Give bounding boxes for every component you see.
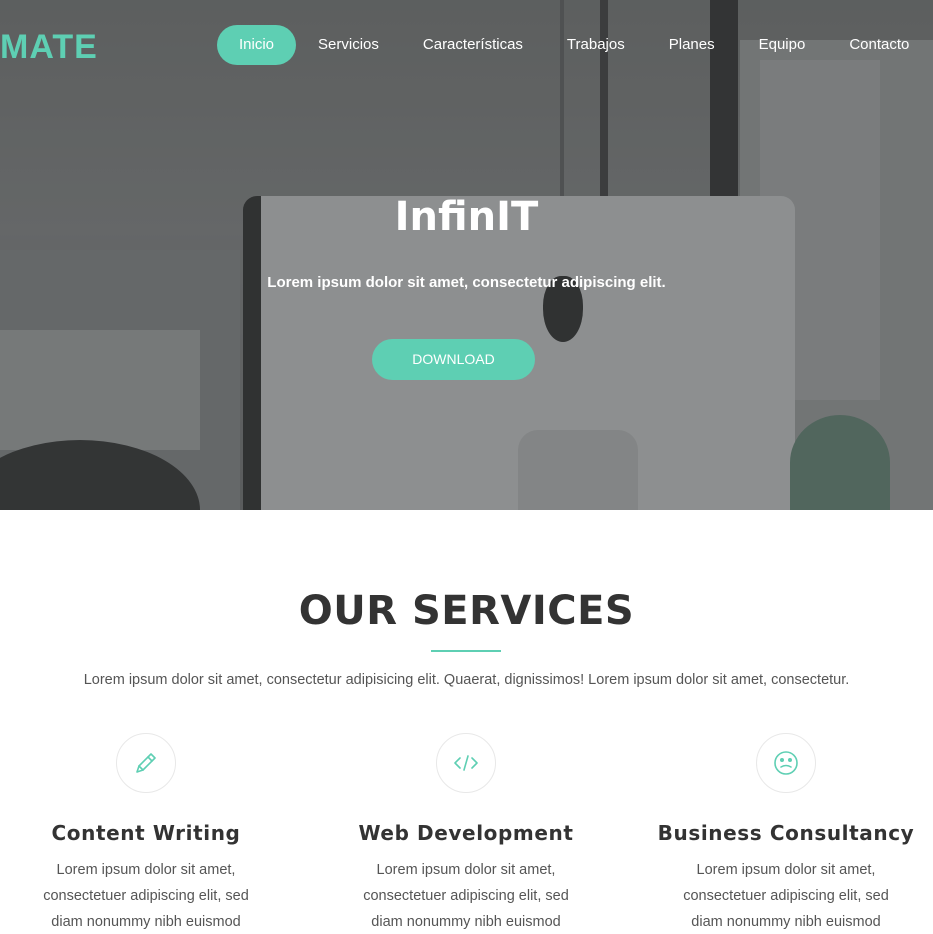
nav-item-trabajos[interactable]: Trabajos	[545, 25, 647, 65]
download-button[interactable]: DOWNLOAD	[372, 339, 535, 380]
pencil-icon	[116, 733, 176, 793]
title-underline	[431, 650, 501, 652]
service-text: Lorem ipsum dolor sit amet, consectetuer…	[363, 862, 569, 930]
hero-section: MATE Inicio Servicios Características Tr…	[0, 0, 933, 510]
site-logo[interactable]: MATE	[0, 28, 98, 67]
service-title: Content Writing	[51, 821, 241, 845]
service-card-content-writing: Content Writing Lorem ipsum dolor sit am…	[0, 733, 296, 934]
service-title: Web Development	[358, 821, 574, 845]
hero-subtitle: Lorem ipsum dolor sit amet, consectetur …	[267, 274, 666, 291]
services-description: Lorem ipsum dolor sit amet, consectetur …	[83, 672, 850, 688]
service-text: Lorem ipsum dolor sit amet, consectetuer…	[43, 862, 249, 930]
hero-title: InfinIT	[394, 194, 539, 240]
service-card-web-development: Web Development Lorem ipsum dolor sit am…	[316, 733, 616, 934]
service-card-business-consultancy: Business Consultancy Lorem ipsum dolor s…	[636, 733, 933, 934]
code-icon	[436, 733, 496, 793]
services-title: OUR SERVICES	[298, 588, 635, 634]
service-title: Business Consultancy	[657, 821, 915, 845]
nav-item-contacto[interactable]: Contacto	[827, 25, 931, 65]
smiley-icon	[756, 733, 816, 793]
service-text: Lorem ipsum dolor sit amet, consectetuer…	[683, 862, 889, 930]
nav-item-inicio[interactable]: Inicio	[217, 25, 297, 65]
nav-item-equipo[interactable]: Equipo	[737, 25, 828, 65]
main-nav: Inicio Servicios Características Trabajo…	[217, 25, 931, 65]
nav-item-servicios[interactable]: Servicios	[296, 25, 401, 65]
nav-item-caracteristicas[interactable]: Características	[401, 25, 545, 65]
nav-item-planes[interactable]: Planes	[647, 25, 737, 65]
hero-overlay	[0, 0, 933, 510]
